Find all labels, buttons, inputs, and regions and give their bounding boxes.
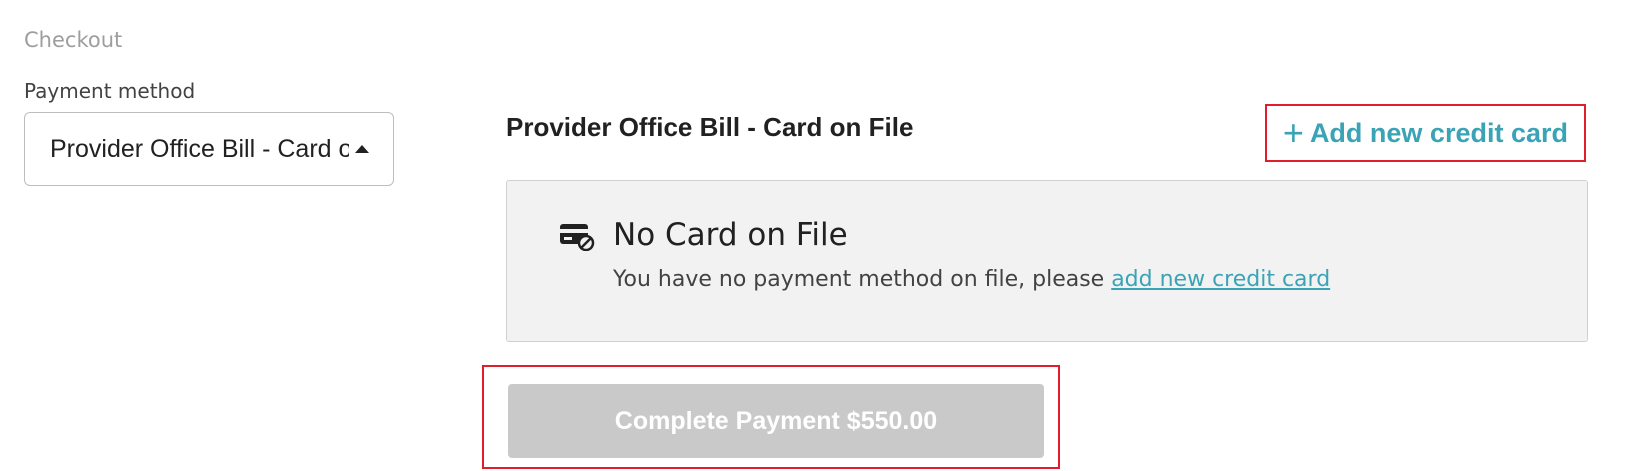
- no-card-panel: No Card on File You have no payment meth…: [506, 180, 1588, 342]
- card-off-icon: [560, 224, 595, 251]
- caret-up-icon: [355, 145, 369, 153]
- add-new-credit-card-link[interactable]: + Add new credit card: [1264, 104, 1586, 162]
- section-title: Provider Office Bill - Card on File: [506, 112, 914, 142]
- payment-method-select[interactable]: Provider Office Bill - Card on File: [24, 112, 394, 186]
- payment-method-value: Provider Office Bill - Card on File: [50, 134, 349, 163]
- checkout-page: Checkout Payment method Provider Office …: [0, 0, 1638, 471]
- complete-payment-button[interactable]: Complete Payment $550.00: [508, 384, 1044, 458]
- add-new-credit-card-label: Add new credit card: [1309, 117, 1568, 148]
- add-new-credit-card-inline-link[interactable]: add new credit card: [1111, 267, 1330, 292]
- plus-icon: +: [1282, 112, 1304, 153]
- no-card-message-text: You have no payment method on file, plea…: [613, 267, 1112, 292]
- breadcrumb: Checkout: [24, 28, 123, 52]
- no-card-title: No Card on File: [613, 217, 848, 253]
- no-card-message: You have no payment method on file, plea…: [613, 267, 1330, 292]
- complete-payment-highlight: Complete Payment $550.00: [482, 365, 1060, 469]
- payment-method-label: Payment method: [24, 79, 196, 103]
